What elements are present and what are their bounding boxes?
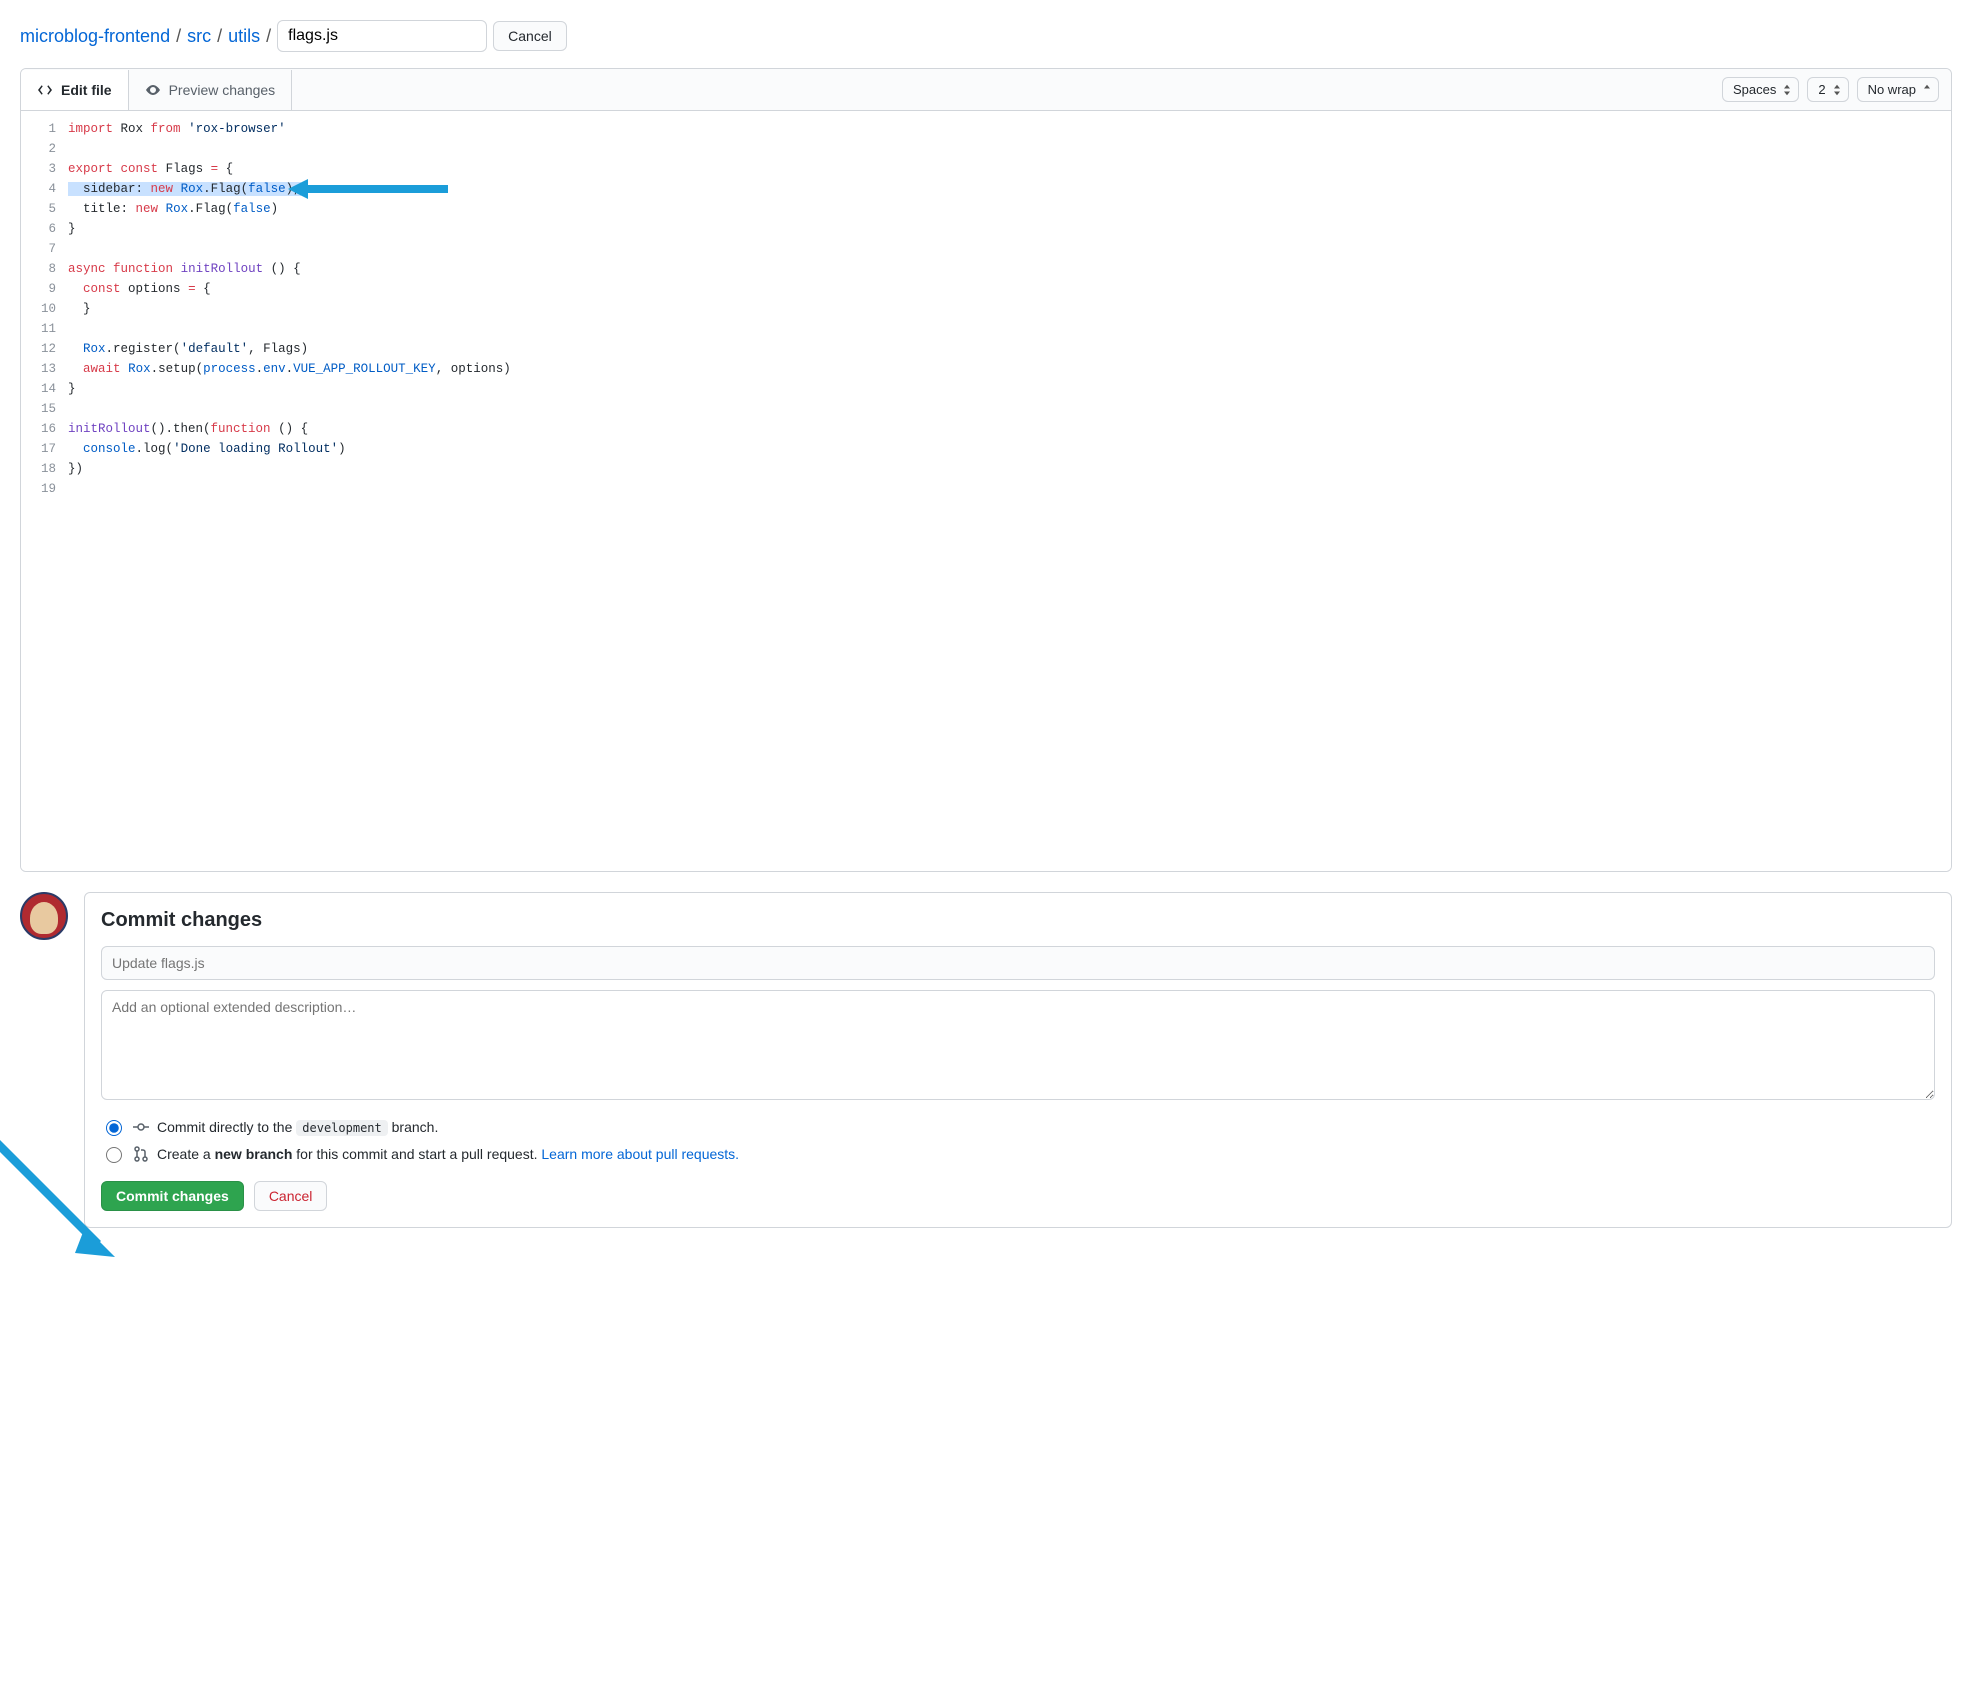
commit-direct-text: Commit directly to the development branc… [157, 1119, 438, 1135]
indent-size-value: 2 [1818, 82, 1825, 97]
avatar [20, 892, 68, 940]
git-pull-request-icon [133, 1146, 149, 1162]
commit-heading: Commit changes [101, 909, 1935, 932]
code-line[interactable] [68, 319, 1935, 339]
code-line[interactable]: export const Flags = { [68, 159, 1935, 179]
filename-input[interactable] [277, 20, 487, 52]
indent-mode-select[interactable]: Spaces [1722, 77, 1799, 102]
code-icon [37, 82, 53, 98]
commit-summary-input[interactable] [101, 946, 1935, 980]
git-commit-icon [133, 1119, 149, 1135]
code-line[interactable] [68, 239, 1935, 259]
code-line[interactable] [68, 479, 1935, 499]
tab-edit-label: Edit file [61, 82, 112, 98]
code-line[interactable] [68, 139, 1935, 159]
breadcrumb-separator: / [266, 26, 271, 47]
tab-preview-label: Preview changes [169, 82, 276, 98]
breadcrumb-src[interactable]: src [187, 26, 211, 47]
arrow-annotation-icon [0, 1107, 115, 1257]
commit-actions: Commit changes Cancel [101, 1181, 1935, 1211]
branch-badge: development [296, 1120, 387, 1136]
tab-preview-changes[interactable]: Preview changes [129, 70, 293, 110]
code-line[interactable]: title: new Rox.Flag(false) [68, 199, 1935, 219]
code-line[interactable]: await Rox.setup(process.env.VUE_APP_ROLL… [68, 359, 1935, 379]
commit-direct-radio[interactable] [106, 1120, 122, 1136]
commit-description-input[interactable] [101, 990, 1935, 1100]
tab-edit-file[interactable]: Edit file [21, 70, 129, 110]
editor-toolbar: Spaces 2 No wrap [1710, 69, 1951, 110]
commit-box: Commit changes Commit directly to the de… [84, 892, 1952, 1228]
indent-mode-value: Spaces [1733, 82, 1776, 97]
commit-newbranch-option[interactable]: Create a new branch for this commit and … [101, 1140, 1935, 1167]
breadcrumb-separator: / [176, 26, 181, 47]
code-line[interactable]: } [68, 379, 1935, 399]
cancel-button[interactable]: Cancel [493, 21, 567, 51]
learn-more-link[interactable]: Learn more about pull requests. [541, 1146, 739, 1162]
updown-icon [1832, 84, 1842, 96]
code-line[interactable]: const options = { [68, 279, 1935, 299]
eye-icon [145, 82, 161, 98]
code-line[interactable]: console.log('Done loading Rollout') [68, 439, 1935, 459]
code-line[interactable]: }) [68, 459, 1935, 479]
wrap-mode-select[interactable]: No wrap [1857, 77, 1939, 102]
commit-section: Commit changes Commit directly to the de… [20, 892, 1952, 1228]
commit-cancel-button[interactable]: Cancel [254, 1181, 328, 1211]
editor-panel: Edit file Preview changes Spaces 2 No wr… [20, 68, 1952, 872]
code-line[interactable]: import Rox from 'rox-browser' [68, 119, 1935, 139]
breadcrumb-separator: / [217, 26, 222, 47]
code-line[interactable]: Rox.register('default', Flags) [68, 339, 1935, 359]
commit-newbranch-radio[interactable] [106, 1147, 122, 1163]
commit-changes-button[interactable]: Commit changes [101, 1181, 244, 1211]
wrap-mode-value: No wrap [1868, 82, 1916, 97]
line-gutter: 12345678910111213141516171819 [21, 119, 68, 863]
code-line[interactable]: sidebar: new Rox.Flag(false), [68, 179, 1935, 199]
editor-tabs: Edit file Preview changes Spaces 2 No wr… [21, 69, 1951, 111]
code-line[interactable]: async function initRollout () { [68, 259, 1935, 279]
updown-icon [1782, 84, 1792, 96]
updown-icon [1922, 84, 1932, 96]
breadcrumb-utils[interactable]: utils [228, 26, 260, 47]
commit-direct-option[interactable]: Commit directly to the development branc… [101, 1113, 1935, 1140]
commit-newbranch-text: Create a new branch for this commit and … [157, 1146, 739, 1162]
code-editor[interactable]: 12345678910111213141516171819 import Rox… [21, 111, 1951, 871]
code-line[interactable] [68, 399, 1935, 419]
code-content[interactable]: import Rox from 'rox-browser' export con… [68, 119, 1951, 863]
code-line[interactable]: initRollout().then(function () { [68, 419, 1935, 439]
breadcrumb: microblog-frontend / src / utils / Cance… [20, 20, 1952, 52]
code-line[interactable]: } [68, 299, 1935, 319]
code-line[interactable]: } [68, 219, 1935, 239]
indent-size-select[interactable]: 2 [1807, 77, 1848, 102]
breadcrumb-repo[interactable]: microblog-frontend [20, 26, 170, 47]
